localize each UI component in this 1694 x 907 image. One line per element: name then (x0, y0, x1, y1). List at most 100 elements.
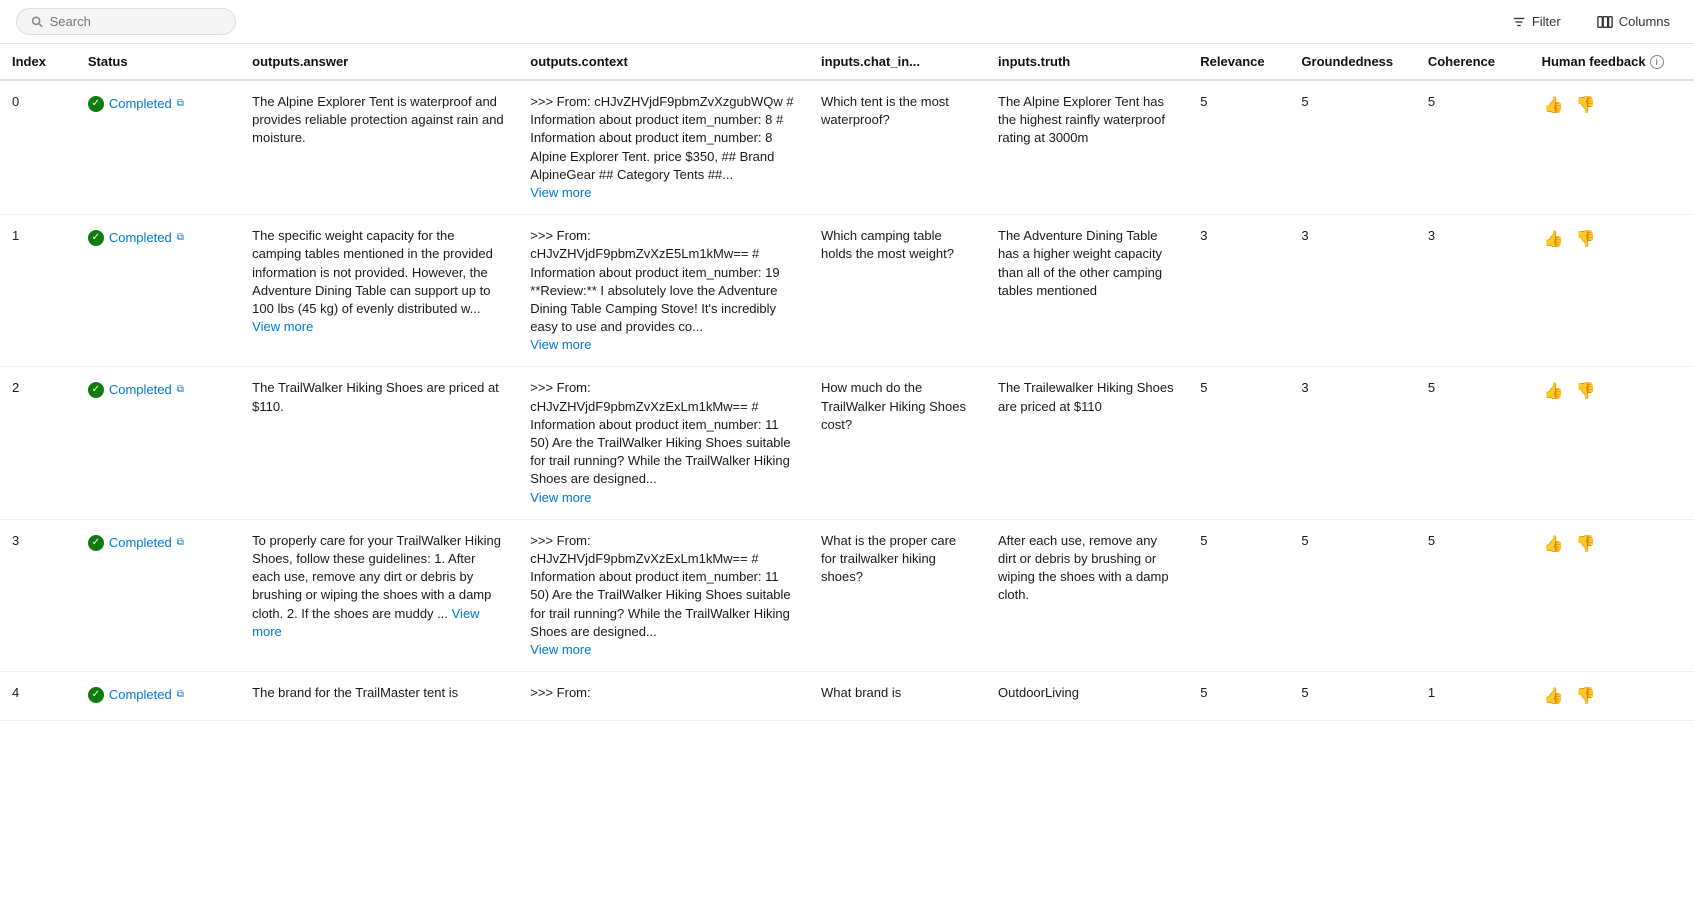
cell-truth: The Alpine Explorer Tent has the highest… (986, 80, 1188, 215)
context-text: >>> From: cHJvZHVjdF9pbmZvXzgubWQw # Inf… (530, 94, 793, 182)
search-box[interactable] (16, 8, 236, 35)
feedback-info-icon[interactable]: i (1650, 55, 1664, 69)
col-header-status: Status (76, 44, 240, 80)
cell-context: >>> From: cHJvZHVjdF9pbmZvXzE5Lm1kMw== #… (518, 215, 809, 367)
table-row: 1 ✓ Completed ⧉ The specific weight capa… (0, 215, 1694, 367)
external-link-icon[interactable]: ⧉ (177, 688, 184, 702)
cell-answer: The brand for the TrailMaster tent is (240, 672, 518, 721)
thumbs-down-button[interactable]: 👎 (1574, 379, 1598, 403)
cell-truth: OutdoorLiving (986, 672, 1188, 721)
status-link[interactable]: Completed (109, 686, 172, 704)
thumbs-up-button[interactable]: 👍 (1542, 532, 1566, 556)
cell-coherence: 5 (1416, 367, 1530, 519)
cell-coherence: 3 (1416, 215, 1530, 367)
context-text: >>> From: cHJvZHVjdF9pbmZvXzExLm1kMw== #… (530, 380, 790, 486)
table-row: 4 ✓ Completed ⧉ The brand for the TrailM… (0, 672, 1694, 721)
status-link[interactable]: Completed (109, 229, 172, 247)
cell-index: 1 (0, 215, 76, 367)
cell-truth: After each use, remove any dirt or debri… (986, 519, 1188, 671)
status-badge: ✓ Completed ⧉ (88, 95, 184, 113)
feedback-buttons: 👍 👎 (1542, 532, 1682, 556)
cell-coherence: 5 (1416, 80, 1530, 215)
cell-context: >>> From: cHJvZHVjdF9pbmZvXzExLm1kMw== #… (518, 367, 809, 519)
cell-relevance: 5 (1188, 80, 1289, 215)
table-row: 3 ✓ Completed ⧉ To properly care for you… (0, 519, 1694, 671)
cell-index: 4 (0, 672, 76, 721)
thumbs-up-button[interactable]: 👍 (1542, 93, 1566, 117)
thumbs-down-button[interactable]: 👎 (1574, 684, 1598, 708)
answer-text: The brand for the TrailMaster tent is (252, 685, 458, 700)
data-table: Index Status outputs.answer outputs.cont… (0, 44, 1694, 721)
col-header-coherence: Coherence (1416, 44, 1530, 80)
cell-relevance: 5 (1188, 519, 1289, 671)
cell-truth: The Adventure Dining Table has a higher … (986, 215, 1188, 367)
external-link-icon[interactable]: ⧉ (177, 97, 184, 111)
col-header-context: outputs.context (518, 44, 809, 80)
thumbs-up-button[interactable]: 👍 (1542, 684, 1566, 708)
cell-chat-in: Which camping table holds the most weigh… (809, 215, 986, 367)
context-view-more[interactable]: View more (530, 337, 591, 352)
cell-chat-in: What brand is (809, 672, 986, 721)
context-view-more[interactable]: View more (530, 642, 591, 657)
table-container: Index Status outputs.answer outputs.cont… (0, 44, 1694, 721)
col-header-index: Index (0, 44, 76, 80)
status-link[interactable]: Completed (109, 534, 172, 552)
answer-text: The Alpine Explorer Tent is waterproof a… (252, 94, 504, 145)
col-header-relevance: Relevance (1188, 44, 1289, 80)
cell-index: 2 (0, 367, 76, 519)
status-check-icon: ✓ (88, 382, 104, 398)
context-text: >>> From: cHJvZHVjdF9pbmZvXzExLm1kMw== #… (530, 533, 790, 639)
thumbs-down-button[interactable]: 👎 (1574, 227, 1598, 251)
columns-label: Columns (1619, 14, 1670, 29)
context-view-more[interactable]: View more (530, 185, 591, 200)
external-link-icon[interactable]: ⧉ (177, 536, 184, 550)
cell-chat-in: How much do the TrailWalker Hiking Shoes… (809, 367, 986, 519)
cell-chat-in: What is the proper care for trailwalker … (809, 519, 986, 671)
cell-groundedness: 3 (1289, 367, 1415, 519)
cell-status: ✓ Completed ⧉ (76, 519, 240, 671)
toolbar-right: Filter Columns (1504, 10, 1678, 33)
cell-human-feedback: 👍 👎 (1530, 519, 1694, 671)
cell-context: >>> From: (518, 672, 809, 721)
cell-human-feedback: 👍 👎 (1530, 367, 1694, 519)
toolbar: Filter Columns (0, 0, 1694, 44)
col-header-truth: inputs.truth (986, 44, 1188, 80)
cell-status: ✓ Completed ⧉ (76, 672, 240, 721)
status-badge: ✓ Completed ⧉ (88, 229, 184, 247)
columns-button[interactable]: Columns (1589, 10, 1678, 33)
thumbs-down-button[interactable]: 👎 (1574, 532, 1598, 556)
feedback-buttons: 👍 👎 (1542, 684, 1682, 708)
col-header-chat: inputs.chat_in... (809, 44, 986, 80)
cell-coherence: 1 (1416, 672, 1530, 721)
context-text: >>> From: cHJvZHVjdF9pbmZvXzE5Lm1kMw== #… (530, 228, 779, 334)
status-check-icon: ✓ (88, 230, 104, 246)
external-link-icon[interactable]: ⧉ (177, 231, 184, 245)
cell-chat-in: Which tent is the most waterproof? (809, 80, 986, 215)
table-row: 2 ✓ Completed ⧉ The TrailWalker Hiking S… (0, 367, 1694, 519)
cell-groundedness: 5 (1289, 519, 1415, 671)
filter-button[interactable]: Filter (1504, 10, 1569, 33)
cell-human-feedback: 👍 👎 (1530, 215, 1694, 367)
col-header-groundedness: Groundedness (1289, 44, 1415, 80)
status-link[interactable]: Completed (109, 95, 172, 113)
feedback-buttons: 👍 👎 (1542, 93, 1682, 117)
external-link-icon[interactable]: ⧉ (177, 383, 184, 397)
thumbs-up-button[interactable]: 👍 (1542, 379, 1566, 403)
feedback-buttons: 👍 👎 (1542, 227, 1682, 251)
cell-relevance: 5 (1188, 367, 1289, 519)
thumbs-down-button[interactable]: 👎 (1574, 93, 1598, 117)
context-view-more[interactable]: View more (530, 490, 591, 505)
cell-human-feedback: 👍 👎 (1530, 672, 1694, 721)
search-input[interactable] (50, 14, 221, 29)
status-badge: ✓ Completed ⧉ (88, 381, 184, 399)
thumbs-up-button[interactable]: 👍 (1542, 227, 1566, 251)
cell-index: 3 (0, 519, 76, 671)
cell-human-feedback: 👍 👎 (1530, 80, 1694, 215)
cell-answer: The TrailWalker Hiking Shoes are priced … (240, 367, 518, 519)
filter-label: Filter (1532, 14, 1561, 29)
status-badge: ✓ Completed ⧉ (88, 686, 184, 704)
cell-truth: The Trailewalker Hiking Shoes are priced… (986, 367, 1188, 519)
answer-view-more[interactable]: View more (252, 319, 313, 334)
cell-groundedness: 5 (1289, 672, 1415, 721)
status-link[interactable]: Completed (109, 381, 172, 399)
